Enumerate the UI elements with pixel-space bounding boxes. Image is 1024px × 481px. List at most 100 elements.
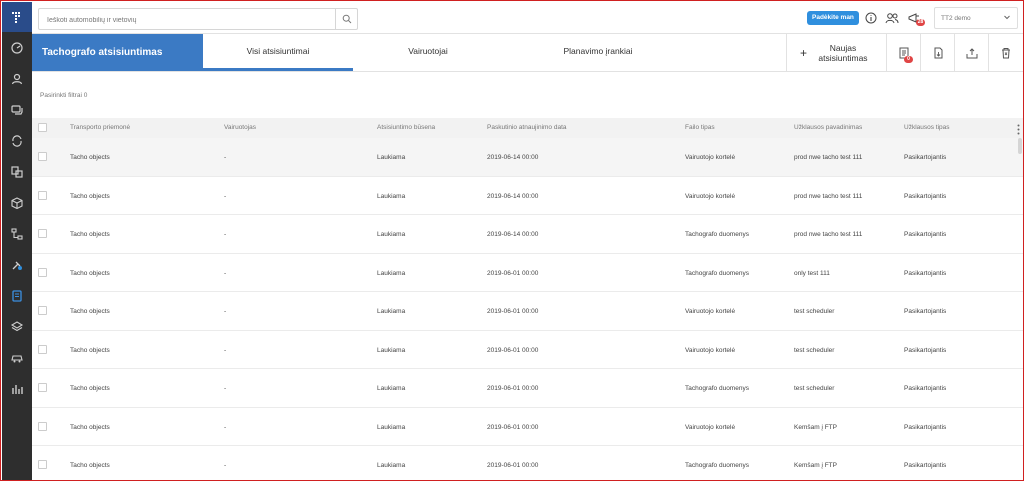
help-button[interactable]: Padėkite man — [807, 11, 859, 25]
table-header: Transporto priemonė Vairuotojas Atsisiun… — [32, 118, 1023, 138]
dashboard-icon[interactable] — [2, 32, 32, 63]
cell-request-name: Kemšam į FTP — [794, 423, 837, 431]
cell-request-type: Pasikartojantis — [904, 423, 947, 431]
cell-status: Laukiama — [377, 462, 406, 469]
cell-last-update: 2019-06-01 00:00 — [487, 346, 539, 354]
cell-request-type: Pasikartojantis — [904, 462, 947, 469]
column-last-update[interactable]: Paskutinio atnaujinimo data — [487, 124, 567, 131]
table-scrollbar[interactable] — [1018, 138, 1022, 154]
table-row[interactable]: Tacho objects - Laukiama 2019-06-14 00:00 Va… — [32, 138, 1023, 177]
user-select[interactable]: TT2 demo — [934, 7, 1018, 29]
file-export-icon — [934, 47, 942, 58]
cell-request-type: Pasikartojantis — [904, 385, 947, 392]
cell-file-type: Vairuotojo kortelė — [685, 346, 736, 354]
row-checkbox[interactable] — [38, 421, 47, 431]
logo-icon[interactable] — [2, 2, 32, 32]
tachograph-icon[interactable] — [2, 280, 32, 311]
table-row[interactable]: Tacho objects - Laukiama 2019-06-01 00:00 Va… — [32, 331, 1023, 369]
reports-icon[interactable] — [2, 373, 32, 404]
documents-icon[interactable] — [2, 156, 32, 187]
cell-driver: - — [224, 462, 227, 469]
table-row[interactable]: Tacho objects - Laukiama 2019-06-14 00:00 Va… — [32, 177, 1023, 215]
cell-file-type: Vairuotojo kortelė — [685, 154, 736, 161]
chevron-down-icon — [1003, 13, 1011, 23]
new-download-label: Naujas atsisiuntimas — [818, 42, 868, 63]
delete-button[interactable] — [988, 34, 1022, 71]
cell-request-name: test scheduler — [794, 308, 835, 315]
info-icon[interactable] — [863, 10, 879, 26]
download-status-button[interactable]: 0 — [886, 34, 920, 71]
cell-request-type: Pasikartojantis — [904, 192, 947, 200]
cell-file-type: Vairuotojo kortelė — [685, 308, 736, 315]
cell-request-name: prod nwe tacho test 111 — [794, 192, 863, 200]
tools-icon[interactable] — [2, 249, 32, 280]
cell-request-name: Kemšam į FTP — [794, 462, 837, 469]
column-file-type[interactable]: Failo tipas — [685, 124, 715, 131]
column-request-name[interactable]: Užklausos pavadinimas — [794, 124, 862, 131]
cell-vehicle: Tacho objects — [70, 231, 110, 238]
tab-drivers[interactable]: Vairuotojai — [353, 34, 503, 71]
users-icon[interactable] — [884, 10, 900, 26]
column-vehicle[interactable]: Transporto priemonė — [70, 124, 130, 131]
cell-vehicle: Tacho objects — [70, 154, 110, 161]
row-checkbox[interactable] — [38, 344, 47, 354]
vehicles-icon[interactable] — [2, 342, 32, 373]
search-box — [38, 8, 358, 31]
layers-icon[interactable] — [2, 311, 32, 342]
cell-vehicle: Tacho objects — [70, 269, 110, 277]
tab-all-downloads[interactable]: Visi atsisiuntimai — [203, 34, 353, 71]
column-driver[interactable]: Vairuotojas — [224, 124, 256, 131]
search-icon[interactable] — [335, 9, 357, 29]
row-checkbox[interactable] — [38, 152, 47, 161]
package-icon[interactable] — [2, 187, 32, 218]
cell-status: Laukiama — [377, 269, 406, 277]
table-row[interactable]: Tacho objects - Laukiama 2019-06-14 00:00 Ta… — [32, 215, 1023, 254]
cell-file-type: Vairuotojo kortelė — [685, 192, 736, 200]
cell-status: Laukiama — [377, 231, 406, 238]
select-all-checkbox[interactable] — [38, 123, 47, 132]
table-row[interactable]: Tacho objects - Laukiama 2019-06-01 00:00 Va… — [32, 408, 1023, 446]
new-download-button[interactable]: + Naujas atsisiuntimas — [786, 34, 886, 71]
upload-button[interactable] — [954, 34, 988, 71]
column-request-type[interactable]: Užklausos tipas — [904, 124, 950, 131]
tab-planning-tools[interactable]: Planavimo įrankiai — [503, 34, 693, 71]
notifications-icon[interactable]: 28 — [906, 10, 925, 26]
row-checkbox[interactable] — [38, 306, 47, 315]
cell-last-update: 2019-06-01 00:00 — [487, 385, 539, 392]
cell-file-type: Tachografo duomenys — [685, 462, 749, 469]
cell-request-name: only test 111 — [794, 269, 830, 277]
cell-file-type: Tachografo duomenys — [685, 385, 749, 392]
plus-icon: + — [799, 45, 807, 60]
cell-status: Laukiama — [377, 423, 406, 431]
cell-vehicle: Tacho objects — [70, 308, 110, 315]
cell-file-type: Tachografo duomenys — [685, 231, 749, 238]
cell-driver: - — [224, 269, 227, 277]
row-checkbox[interactable] — [38, 460, 47, 469]
cell-file-type: Vairuotojo kortelė — [685, 423, 736, 431]
column-download-status[interactable]: Atsisiuntimo būsena — [377, 124, 435, 131]
selected-filters[interactable]: Pasirinkti filtrai 0 — [40, 92, 87, 99]
row-checkbox[interactable] — [38, 383, 47, 392]
refresh-icon[interactable] — [2, 125, 32, 156]
cell-driver: - — [224, 346, 227, 354]
cell-request-type: Pasikartojantis — [904, 308, 947, 315]
table-row[interactable]: Tacho objects - Laukiama 2019-06-01 00:00 Va… — [32, 292, 1023, 331]
row-checkbox[interactable] — [38, 229, 47, 238]
table-row[interactable]: Tacho objects - Laukiama 2019-06-01 00:00 Ta… — [32, 254, 1023, 292]
cell-request-type: Pasikartojantis — [904, 231, 947, 238]
user-icon[interactable] — [2, 63, 32, 94]
row-checkbox[interactable] — [38, 190, 47, 200]
routes-icon[interactable] — [2, 218, 32, 249]
messages-icon[interactable] — [2, 94, 32, 125]
cell-driver: - — [224, 308, 227, 315]
tray-upload-icon — [966, 47, 977, 58]
cell-last-update: 2019-06-01 00:00 — [487, 308, 539, 315]
search-input[interactable] — [39, 10, 335, 31]
table-row[interactable]: Tacho objects - Laukiama 2019-06-01 00:00 Ta… — [32, 369, 1023, 408]
cell-driver: - — [224, 154, 227, 161]
export-button[interactable] — [920, 34, 954, 71]
notifications-badge: 28 — [916, 19, 925, 26]
row-checkbox[interactable] — [38, 267, 47, 277]
table-row[interactable]: Tacho objects - Laukiama 2019-06-01 00:00 Ta… — [32, 446, 1023, 480]
cell-last-update: 2019-06-01 00:00 — [487, 462, 539, 469]
